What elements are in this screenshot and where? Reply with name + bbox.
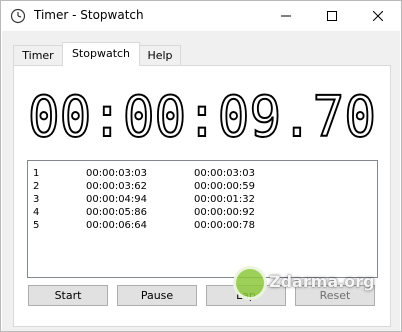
tab-help[interactable]: Help xyxy=(139,45,181,66)
minimize-icon xyxy=(281,15,291,17)
minimize-button[interactable] xyxy=(263,1,309,31)
lap-total-time: 00:00:03:62 xyxy=(86,181,148,192)
watermark-logo-icon xyxy=(233,266,267,300)
list-item: 1 00:00:03:03 00:00:03:03 xyxy=(33,168,363,181)
lap-split-time: 00:00:03:03 xyxy=(194,168,256,179)
lap-total-time: 00:00:04:94 xyxy=(86,194,148,205)
time-display-text: 00:00:09.70 xyxy=(28,86,376,146)
lap-total-time: 00:00:06:64 xyxy=(86,220,148,231)
list-item: 4 00:00:05:86 00:00:00:92 xyxy=(33,207,363,220)
lap-number: 4 xyxy=(33,207,40,218)
list-item: 3 00:00:04:94 00:00:01:32 xyxy=(33,194,363,207)
list-item: 5 00:00:06:64 00:00:00:78 xyxy=(33,220,363,233)
lap-split-time: 00:00:01:32 xyxy=(194,194,256,205)
close-icon xyxy=(373,11,383,21)
tab-timer[interactable]: Timer xyxy=(13,45,63,66)
app-window: Timer - Stopwatch Timer Stopwatch Help 0… xyxy=(0,0,402,332)
tab-stopwatch[interactable]: Stopwatch xyxy=(62,42,140,66)
lap-number: 5 xyxy=(33,220,40,231)
lap-split-time: 00:00:00:92 xyxy=(194,207,256,218)
start-button[interactable]: Start xyxy=(28,285,108,306)
watermark-text: Zdarma.org xyxy=(269,272,375,291)
lap-number: 3 xyxy=(33,194,40,205)
time-display: 00:00:09.70 xyxy=(28,86,377,146)
pause-button[interactable]: Pause xyxy=(117,285,197,306)
lap-number: 2 xyxy=(33,181,40,192)
close-button[interactable] xyxy=(355,1,401,31)
maximize-icon xyxy=(327,11,337,21)
list-item: 2 00:00:03:62 00:00:00:59 xyxy=(33,181,363,194)
window-title: Timer - Stopwatch xyxy=(34,8,144,22)
title-bar[interactable]: Timer - Stopwatch xyxy=(1,1,401,31)
lap-split-time: 00:00:00:59 xyxy=(194,181,256,192)
laps-list[interactable]: 1 00:00:03:03 00:00:03:03 2 00:00:03:62 … xyxy=(27,160,378,278)
maximize-button[interactable] xyxy=(309,1,355,31)
watermark: Zdarma.org xyxy=(233,264,385,304)
app-icon xyxy=(10,8,26,24)
lap-total-time: 00:00:03:03 xyxy=(86,168,148,179)
lap-total-time: 00:00:05:86 xyxy=(86,207,148,218)
lap-number: 1 xyxy=(33,168,40,179)
lap-split-time: 00:00:00:78 xyxy=(194,220,256,231)
